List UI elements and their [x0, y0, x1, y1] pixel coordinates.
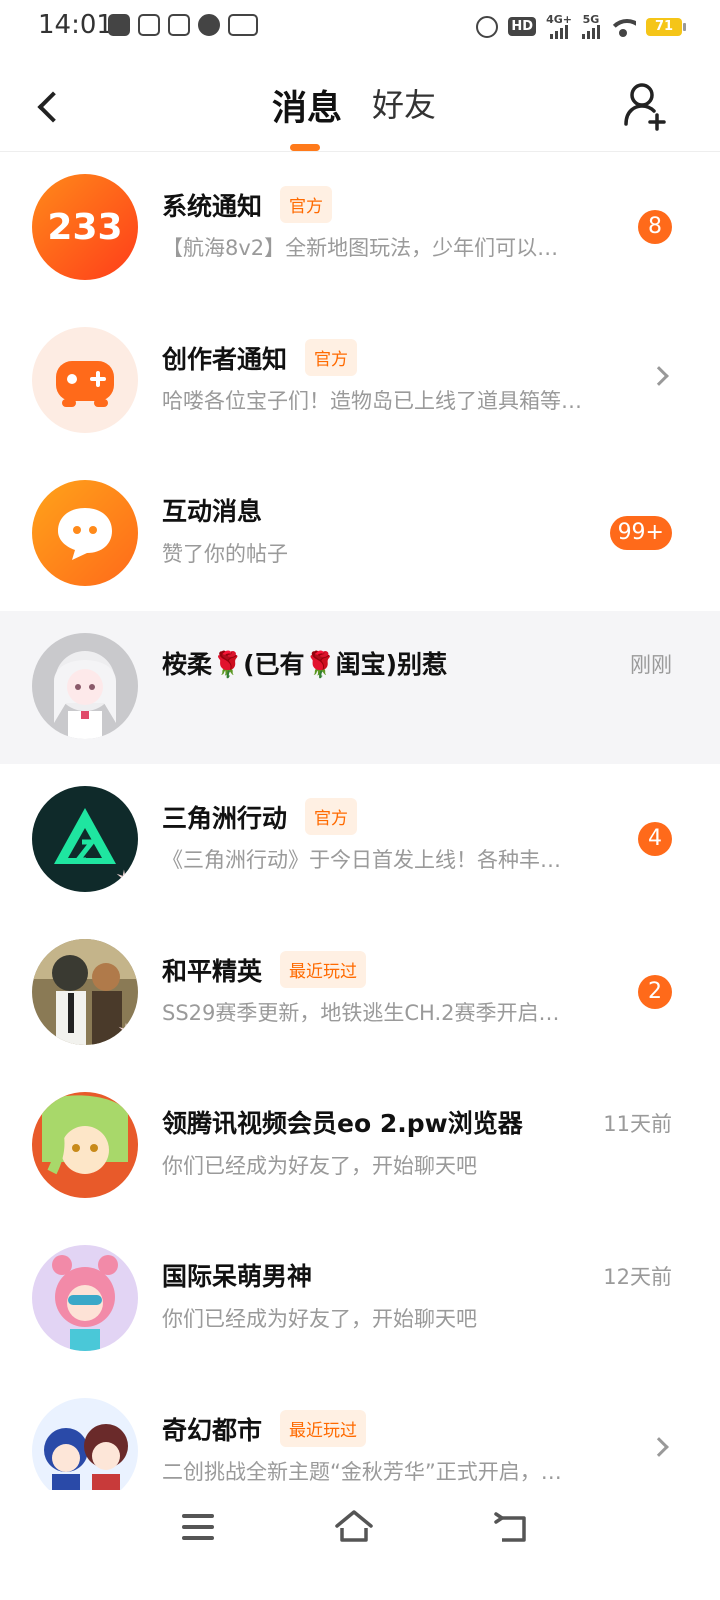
add-user-icon — [624, 83, 666, 131]
list-item[interactable]: 领腾讯视频会员eo 2.pw浏览器 你们已经成为好友了，开始聊天吧 11天前 — [0, 1070, 720, 1223]
tab-friends[interactable]: 好友 — [372, 80, 436, 126]
chevron-right-icon — [649, 1437, 669, 1457]
svg-text:233: 233 — [47, 207, 122, 248]
menu-button[interactable] — [182, 1514, 214, 1544]
user-avatar — [32, 633, 138, 739]
recently-played-tag: 最近玩过 — [280, 951, 367, 988]
message-preview: 《三角洲行动》于今日首发上线！各种丰… — [162, 848, 561, 872]
user-avatar — [32, 1092, 138, 1198]
notification-icons — [108, 14, 258, 36]
hd-icon: HD — [508, 17, 537, 36]
game-avatar: ✶ — [32, 939, 138, 1045]
unread-badge: 8 — [638, 210, 672, 244]
list-item[interactable]: 互动消息 赞了你的帖子 99+ — [0, 458, 720, 611]
conversation-name: 互动消息 — [162, 497, 263, 526]
game-avatar — [32, 1398, 138, 1504]
conversation-name: 创作者通知 — [162, 344, 288, 374]
svg-text:✶: ✶ — [117, 1020, 135, 1045]
wifi-icon — [610, 17, 636, 37]
chevron-right-icon — [649, 366, 669, 386]
conversation-name: 桉柔🌹(已有🌹闺宝)别惹 — [162, 650, 448, 679]
home-icon — [335, 1510, 373, 1542]
creator-notice-avatar — [32, 327, 138, 433]
message-preview: 【航海8v2】全新地图玩法，少年们可以… — [162, 236, 559, 260]
tab-messages[interactable]: 消息 — [272, 80, 342, 131]
back-button[interactable] — [24, 82, 72, 130]
message-preview: 你们已经成为好友了，开始聊天吧 — [162, 1307, 477, 1331]
list-item[interactable]: 桉柔🌹(已有🌹闺宝)别惹 刚刚 — [0, 611, 720, 764]
system-notice-avatar: 233 — [32, 174, 138, 280]
system-nav-bar — [0, 1490, 720, 1600]
active-tab-indicator — [290, 144, 320, 151]
battery-icon: 71 — [646, 17, 686, 36]
message-time: 12天前 — [603, 1265, 672, 1289]
status-time: 14:01 — [38, 10, 113, 40]
conversation-name: 领腾讯视频会员eo 2.pw浏览器 — [162, 1109, 523, 1138]
conversation-name: 国际呆萌男神 — [162, 1262, 313, 1291]
chat-icon — [198, 14, 220, 36]
conversation-list: 233 系统通知 官方 【航海8v2】全新地图玩法，少年们可以… 8 创作者通知… — [0, 152, 720, 1529]
unread-badge: 4 — [638, 822, 672, 856]
conversation-name: 奇幻都市 — [162, 1415, 263, 1445]
list-item[interactable]: 233 系统通知 官方 【航海8v2】全新地图玩法，少年们可以… 8 — [0, 152, 720, 305]
back-nav-button[interactable] — [494, 1510, 530, 1546]
add-friend-button[interactable] — [620, 78, 672, 134]
message-time: 11天前 — [603, 1112, 672, 1136]
signal-icon-2: 5G — [582, 14, 600, 39]
message-time: 刚刚 — [630, 653, 672, 677]
unread-badge: 99+ — [609, 516, 672, 550]
official-tag: 官方 — [280, 186, 333, 223]
list-item[interactable]: 创作者通知 官方 哈喽各位宝子们！造物岛已上线了道具箱等… — [0, 305, 720, 458]
conversation-name: 和平精英 — [162, 956, 263, 986]
play-icon — [168, 14, 190, 36]
message-preview: 哈喽各位宝子们！造物岛已上线了道具箱等… — [162, 389, 582, 413]
message-preview: SS29赛季更新，地铁逃生CH.2赛季开启… — [162, 1001, 560, 1025]
video-icon — [108, 14, 130, 36]
interaction-avatar — [32, 480, 138, 586]
user-avatar — [32, 1245, 138, 1351]
list-item[interactable]: 国际呆萌男神 你们已经成为好友了，开始聊天吧 12天前 — [0, 1223, 720, 1376]
message-preview: 赞了你的帖子 — [162, 542, 288, 566]
iqiyi-icon — [228, 14, 258, 36]
alarm-icon — [476, 15, 499, 38]
conversation-name: 三角洲行动 — [162, 803, 288, 833]
conversation-name: 系统通知 — [162, 191, 263, 221]
recently-played-tag: 最近玩过 — [280, 1410, 367, 1447]
list-item[interactable]: ✶ 三角洲行动 官方 《三角洲行动》于今日首发上线！各种丰… 4 — [0, 764, 720, 917]
home-button[interactable] — [334, 1508, 374, 1544]
back-arrow-icon — [494, 1512, 526, 1542]
signal-icon-1: 4G+ — [546, 14, 572, 39]
app-icon — [138, 14, 160, 36]
svg-text:✶: ✶ — [115, 867, 133, 892]
message-preview: 你们已经成为好友了，开始聊天吧 — [162, 1154, 477, 1178]
official-tag: 官方 — [305, 798, 358, 835]
delta-force-avatar: ✶ — [32, 786, 138, 892]
list-item[interactable]: ✶ 和平精英 最近玩过 SS29赛季更新，地铁逃生CH.2赛季开启… 2 — [0, 917, 720, 1070]
official-tag: 官方 — [305, 339, 358, 376]
top-bar: 消息 好友 — [0, 64, 720, 152]
message-preview: 二创挑战全新主题“金秋芳华”正式开启，… — [162, 1460, 562, 1484]
status-indicators: HD 4G+ 5G 71 — [476, 14, 686, 39]
unread-badge: 2 — [638, 975, 672, 1009]
status-bar: 14:01 HD 4G+ 5G 71 — [0, 0, 720, 56]
